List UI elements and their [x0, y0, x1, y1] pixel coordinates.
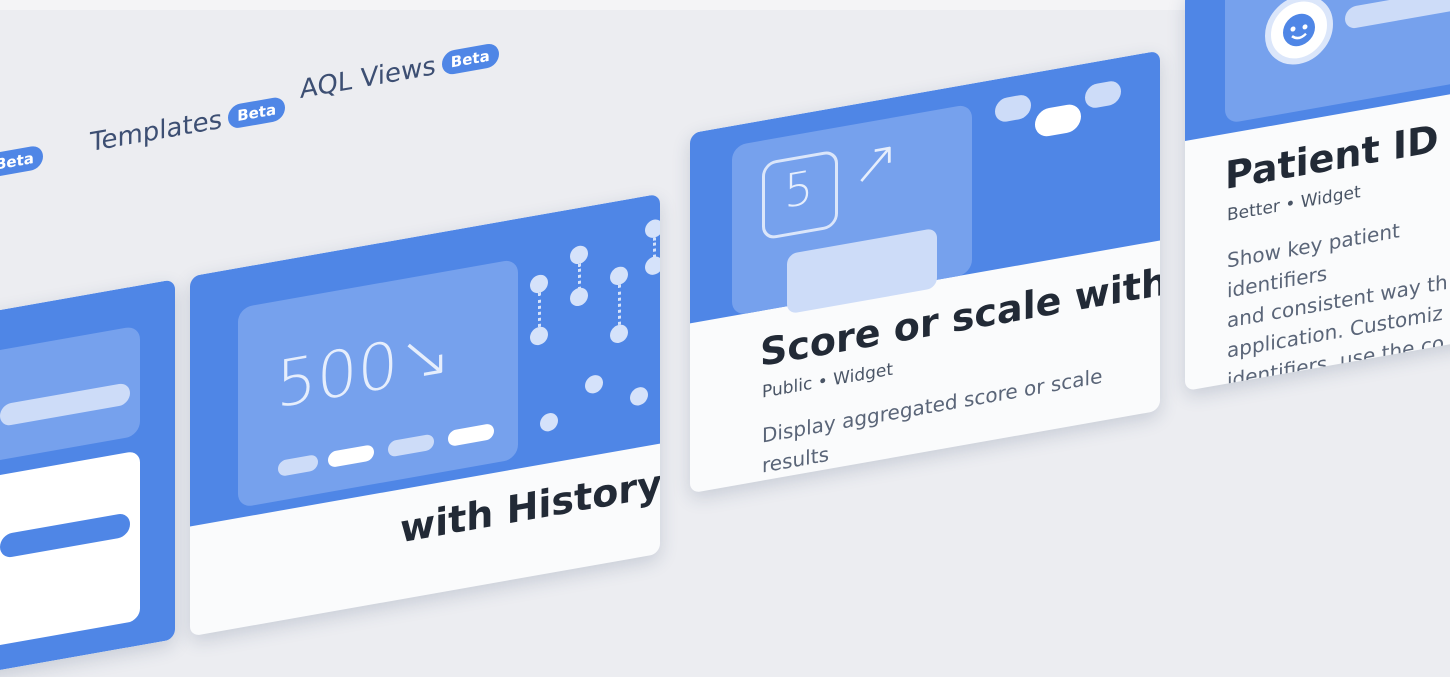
placeholder-bar: [1035, 102, 1081, 139]
chart-line: [538, 292, 541, 328]
big-value: 500: [276, 327, 399, 424]
chart-dot: [645, 218, 660, 240]
placeholder-bar: [278, 453, 318, 477]
placeholder-block: [787, 227, 937, 315]
chart-dot: [610, 265, 628, 287]
card-visibility: Better: [1227, 196, 1280, 226]
chart-line: [578, 263, 581, 291]
card-hero: [0, 279, 175, 677]
chart-line: [618, 284, 621, 326]
tab-aql-views-label: AQL Views: [300, 51, 436, 106]
placeholder-bar: [1085, 79, 1121, 110]
meta-separator: •: [817, 370, 834, 393]
placeholder-bar: [995, 93, 1031, 124]
chart-dot: [540, 411, 558, 433]
value-panel: 500 ↘: [238, 258, 518, 509]
card-description: Show key patient identifiers and consist…: [1227, 218, 1448, 392]
card-visibility: Public: [762, 373, 813, 403]
placeholder-bar: [448, 422, 494, 448]
patient-panel: [1225, 0, 1450, 124]
tab-aql-views-badge: Beta: [441, 42, 499, 77]
smiley-avatar-icon: [1265, 0, 1333, 70]
gallery-stage: Beta TemplatesBeta AQL ViewsBeta 500 ↘: [0, 0, 1450, 677]
card-value-with-history[interactable]: 500 ↘ with History: [190, 193, 660, 637]
card-type: Widget: [1300, 182, 1361, 213]
card-hero: [1185, 0, 1450, 142]
chart-line: [653, 237, 656, 258]
tab-first-badge: Beta: [0, 144, 43, 179]
placeholder-bar: [388, 433, 434, 458]
card-partial-left[interactable]: [0, 279, 175, 677]
chart-dot: [645, 255, 660, 277]
placeholder-bar: [328, 444, 374, 469]
tab-templates-label: Templates: [90, 104, 223, 159]
card-type: Widget: [833, 359, 894, 391]
tab-aql-views[interactable]: AQL Views Beta: [300, 40, 499, 105]
tab-templates-badge: Beta: [228, 95, 286, 130]
score-value: 5: [784, 159, 814, 219]
chart-dot: [530, 273, 548, 295]
card-patient-id[interactable]: Patient ID Better • Widget Show key pati…: [1185, 0, 1450, 392]
card-score-with-history[interactable]: 5 ↗ Score or scale with history Public •…: [690, 50, 1160, 494]
meta-separator: •: [1285, 192, 1301, 216]
trend-down-arrow-icon: ↘: [398, 315, 452, 399]
chart-dot: [570, 244, 588, 266]
chart-dot: [610, 323, 628, 345]
chart-dot: [530, 325, 548, 347]
trend-up-arrow-icon: ↗: [852, 126, 899, 200]
chart-dot: [630, 385, 648, 407]
chart-dot: [570, 286, 588, 308]
placeholder-bar: [1345, 0, 1450, 30]
tab-templates[interactable]: Templates Beta: [90, 94, 286, 159]
card-title: Patient ID: [1225, 116, 1439, 198]
score-panel: 5 ↗: [732, 103, 972, 316]
chart-dot: [585, 373, 603, 395]
tab-first[interactable]: Beta: [0, 142, 43, 183]
